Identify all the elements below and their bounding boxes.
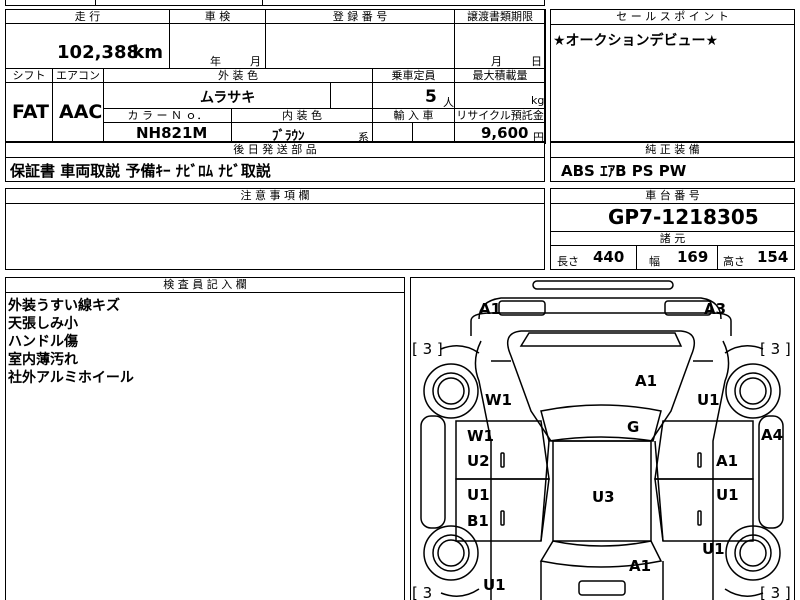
mark-windshield: G — [627, 418, 640, 436]
import-cell — [372, 122, 455, 144]
shaken-year-unit: 年 — [210, 55, 221, 68]
dimensions-header: 諸 元 — [550, 231, 795, 246]
transfer-month-unit: 月 — [491, 55, 502, 68]
recycle-value: 9,600 — [481, 124, 529, 142]
aircon-value: AAC — [59, 101, 103, 123]
recycle-cell: 9,600 円 — [454, 122, 546, 144]
inspector-box: 検 査 員 記 入 欄 外装うすい線キズ 天張しみ小 ハンドル傷 室内薄汚れ 社… — [5, 277, 405, 600]
exterior-color-cell: ムラサキ — [103, 82, 331, 109]
inspector-note: ハンドル傷 — [8, 334, 78, 350]
tire-front-right-tread: [ 3 ] — [760, 340, 791, 358]
tire-rear-left-tread: [ 3 — [412, 584, 433, 600]
chassis-header: 車 台 番 号 — [551, 189, 794, 204]
color-no-cell: NH821M — [103, 122, 232, 144]
shaken-header: 車 検 — [169, 9, 266, 24]
mark-hood: A1 — [635, 372, 658, 390]
length-label: 長さ — [557, 255, 579, 268]
mark-roof: U3 — [592, 488, 615, 506]
max-load-header: 最大積載量 — [454, 68, 546, 83]
mark-rear-left-door-bottom: B1 — [467, 512, 489, 530]
length-value: 440 — [593, 248, 625, 266]
chassis-value: GP7-1218305 — [608, 205, 759, 229]
tire-rear-right-tread: [ 3 ] — [760, 584, 791, 600]
inspector-note: 社外アルミホイール — [8, 370, 134, 386]
mileage-value: 102,388 — [57, 42, 139, 63]
interior-color-header: 内 装 色 — [231, 108, 373, 123]
shift-value: FAT — [12, 101, 49, 123]
spec-table: 走 行 車 検 登 録 番 号 譲渡書類期限 102,388 km 年 月 月 … — [5, 9, 546, 144]
mark-right-side-panel: A4 — [761, 426, 784, 444]
sales-point-header: セ ー ル ス ポ イ ン ト — [551, 10, 794, 25]
transfer-deadline-header: 譲渡書類期限 — [454, 9, 546, 24]
caution-box: 注 意 事 項 欄 — [5, 188, 545, 270]
interior-color-cell: ﾌﾞﾗｳﾝ 系 — [231, 122, 373, 144]
equipment-text: ABS ｴｱB PS PW — [561, 162, 687, 180]
inspector-note: 天張しみ小 — [8, 316, 78, 332]
tire-front-left-tread: [ 3 ] — [412, 340, 443, 358]
registration-header: 登 録 番 号 — [265, 9, 455, 24]
mark-front-right-corner: A3 — [704, 300, 727, 318]
mark-rear-left-fender: U1 — [483, 576, 506, 594]
width-value: 169 — [677, 248, 709, 266]
aircon-cell: AAC — [52, 82, 104, 144]
height-value: 154 — [757, 248, 789, 266]
width-label: 幅 — [649, 255, 660, 268]
mark-trunk: A1 — [629, 557, 652, 575]
recycle-header: リサイクル預託金 — [454, 108, 546, 123]
equipment-box: 純 正 装 備 ABS ｴｱB PS PW — [550, 142, 795, 182]
transfer-cell: 月 日 — [454, 23, 546, 69]
mark-front-left-door-bottom: U2 — [467, 452, 490, 470]
mark-front-left-door-top: W1 — [467, 427, 494, 445]
mark-rear-right-fender: U1 — [702, 540, 725, 558]
mark-rear-right-door: U1 — [716, 486, 739, 504]
mark-front-right-fender: U1 — [697, 391, 720, 409]
capacity-cell: 5 人 — [372, 82, 455, 109]
inspector-header: 検 査 員 記 入 欄 — [6, 278, 404, 293]
mark-rear-left-door-top: U1 — [467, 486, 490, 504]
dimension-divider-2 — [717, 245, 718, 269]
color-no-value: NH821M — [136, 124, 208, 142]
inspector-note: 室内薄汚れ — [8, 352, 78, 368]
later-parts-text: 保証書 車両取説 予備ｷｰ ﾅﾋﾞﾛﾑ ﾅﾋﾞ取説 — [10, 162, 271, 180]
later-parts-box: 後 日 発 送 部 品 保証書 車両取説 予備ｷｰ ﾅﾋﾞﾛﾑ ﾅﾋﾞ取説 — [5, 142, 545, 182]
mark-front-left-corner: A1 — [479, 300, 502, 318]
exterior-color-value: ムラサキ — [200, 90, 256, 106]
import-header: 輸 入 車 — [372, 108, 455, 123]
color-no-header: カ ラ ー Ｎ ｏ． — [103, 108, 232, 123]
sales-point-text: ★オークションデビュー★ — [553, 33, 719, 49]
max-load-unit: kg — [531, 94, 545, 107]
top-partial-divider-2 — [262, 0, 263, 6]
capacity-value: 5 — [425, 87, 437, 107]
transfer-day-unit: 日 — [531, 55, 542, 68]
inspector-note: 外装うすい線キズ — [8, 298, 120, 314]
height-label: 高さ — [723, 255, 745, 268]
chassis-box: 車 台 番 号 GP7-1218305 諸 元 長さ 440 幅 169 高さ … — [550, 188, 795, 270]
registration-cell — [265, 23, 455, 69]
max-load-cell: kg — [454, 82, 546, 109]
shaken-cell: 年 月 — [169, 23, 266, 69]
mileage-header: 走 行 — [5, 9, 170, 24]
dimension-divider-1 — [636, 245, 637, 269]
mileage-cell: 102,388 km — [5, 23, 170, 69]
shift-header: シフト — [5, 68, 53, 83]
equipment-header: 純 正 装 備 — [551, 143, 794, 158]
mileage-unit: km — [132, 42, 163, 63]
capacity-header: 乗車定員 — [372, 68, 455, 83]
aircon-header: エアコン — [52, 68, 104, 83]
caution-header: 注 意 事 項 欄 — [6, 189, 544, 204]
import-sub-divider — [412, 122, 413, 144]
top-partial-row — [5, 0, 545, 6]
mark-front-right-door: A1 — [716, 452, 739, 470]
exterior-color-header: 外 装 色 — [103, 68, 373, 83]
car-diagram-box: [ 3 ] [ 3 ] [ 3 [ 3 ] A1 A3 A1 W1 U1 G W… — [410, 277, 795, 600]
shaken-month-unit: 月 — [250, 55, 261, 68]
sales-point-box: セ ー ル ス ポ イ ン ト ★オークションデビュー★ — [550, 9, 795, 142]
shift-cell: FAT — [5, 82, 53, 144]
top-partial-divider-1 — [95, 0, 96, 6]
mark-front-left-fender: W1 — [485, 391, 512, 409]
later-parts-header: 後 日 発 送 部 品 — [6, 143, 544, 158]
exterior-color-sub-cell — [330, 82, 373, 109]
